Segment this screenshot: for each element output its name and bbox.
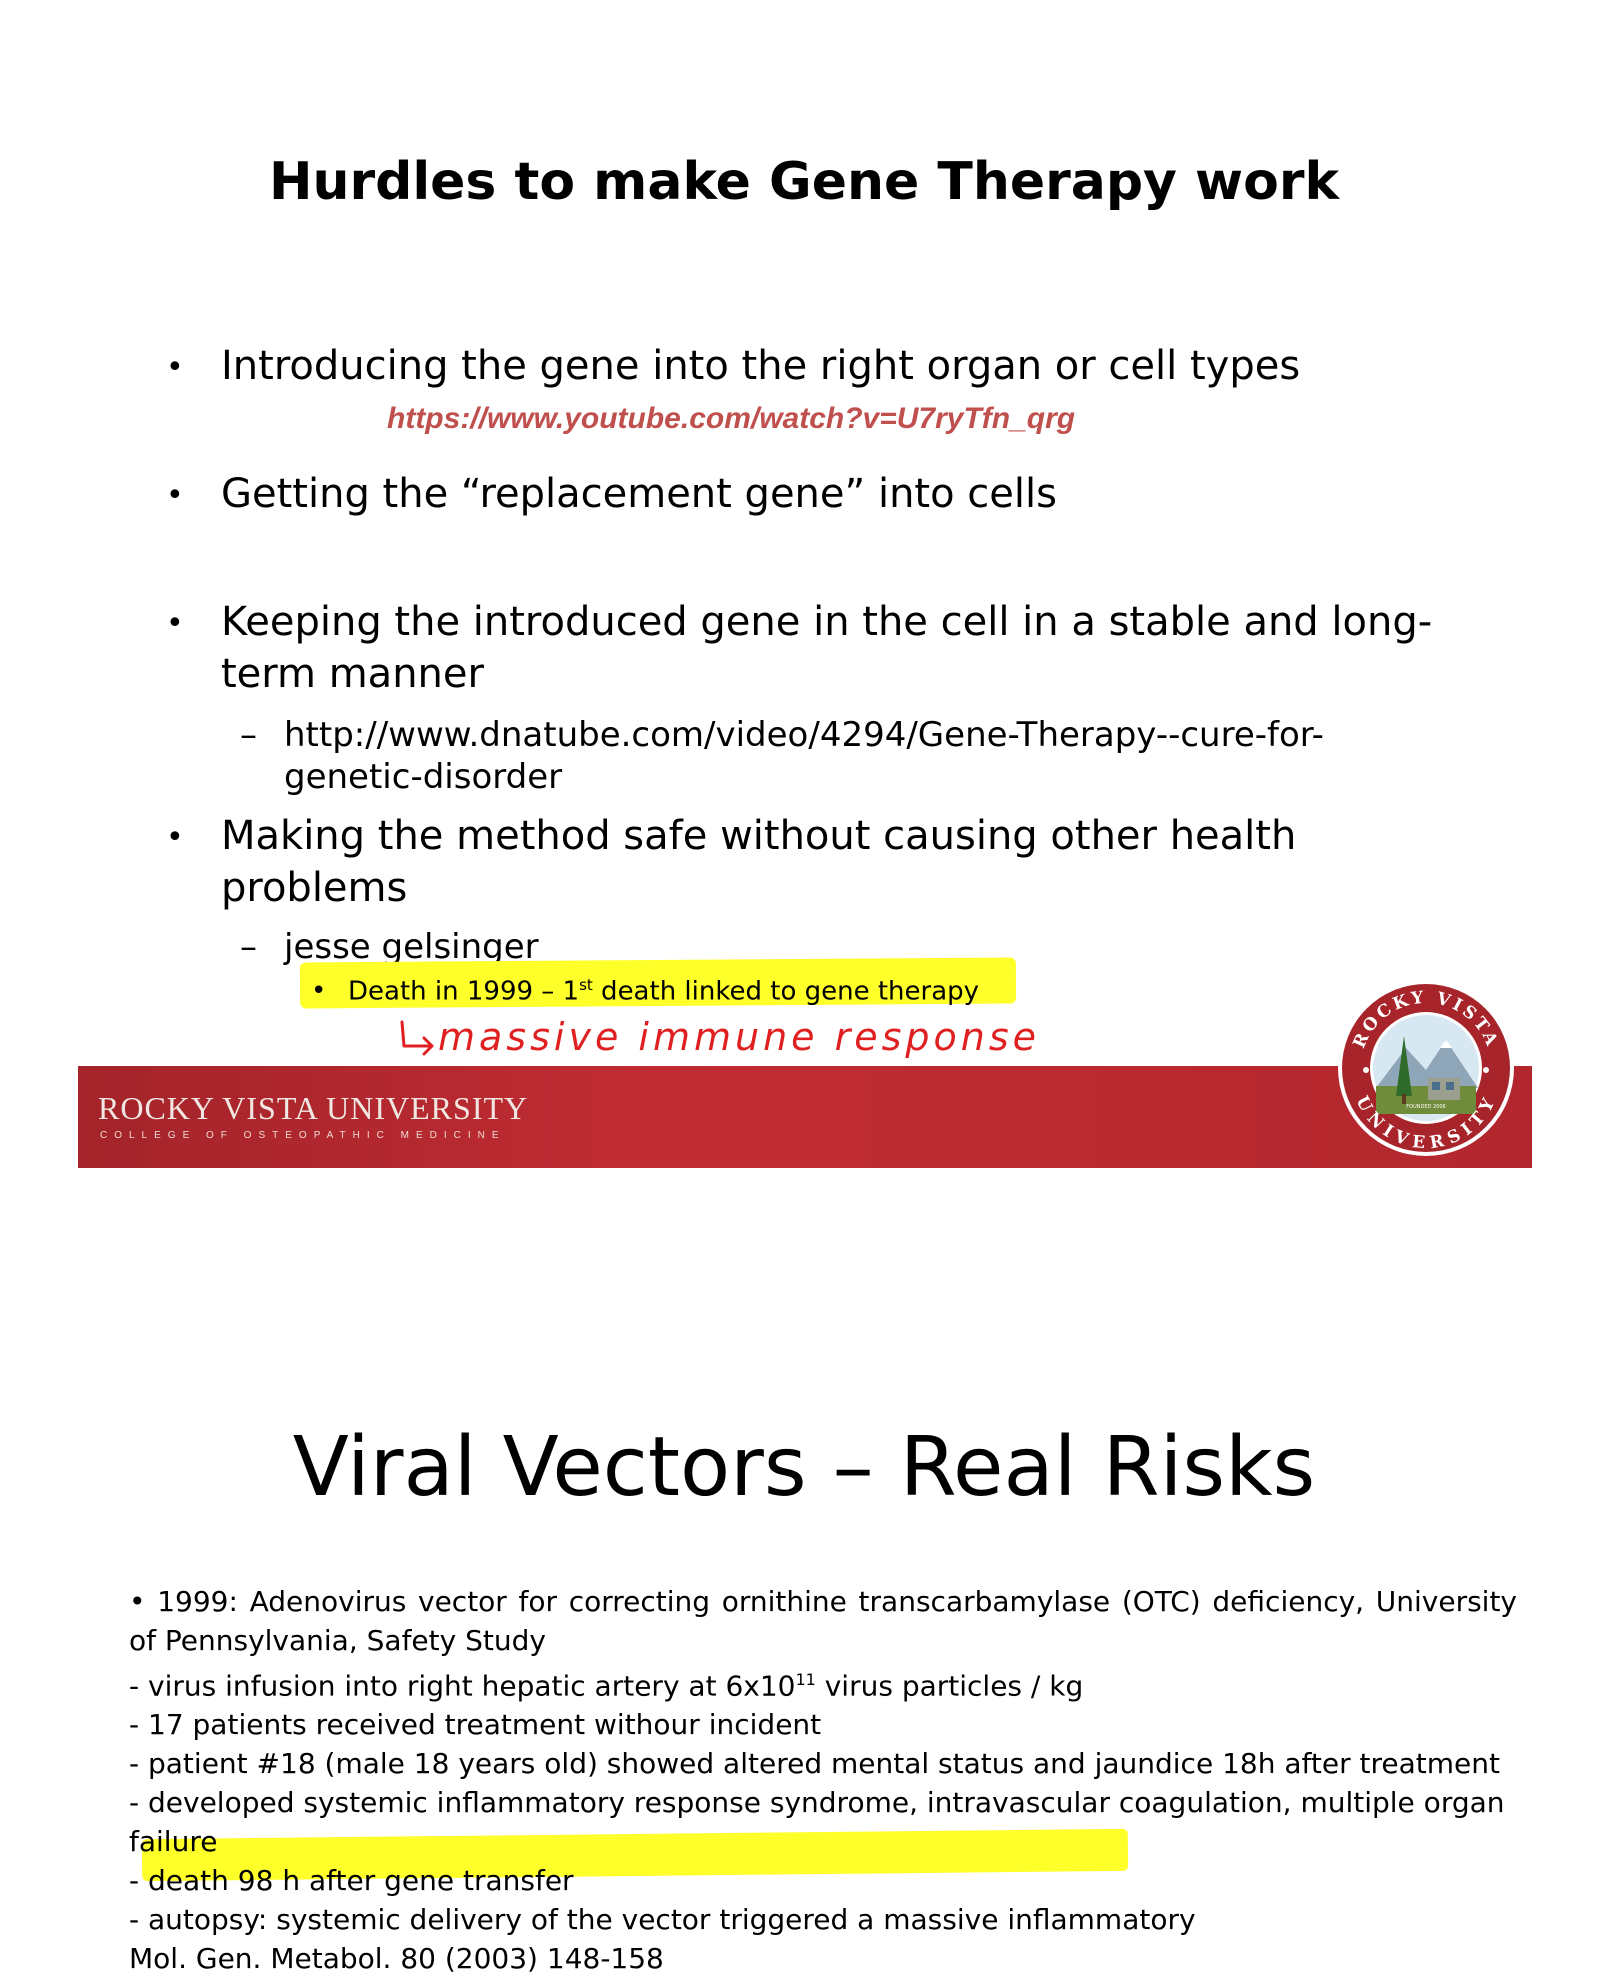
slide-title: Hurdles to make Gene Therapy work [268,152,1340,212]
risks-line-pre: - virus infusion into right hepatic arte… [129,1669,796,1703]
college-name: COLLEGE OF OSTEOPATHIC MEDICINE [100,1130,506,1141]
bullet-item: Getting the “replacement gene” into cell… [221,471,1057,517]
risks-line: - 17 patients received treatment withour… [129,1708,822,1742]
bullet-item: Introducing the gene into the right orga… [221,343,1301,389]
bullet-icon: • [166,350,184,385]
bullet-icon: • [166,820,184,855]
superscript: st [579,976,593,994]
risks-line-post: virus particles / kg [815,1669,1084,1703]
risks-line: - patient #18 (male 18 years old) showed… [129,1747,1500,1781]
youtube-link[interactable]: https://www.youtube.com/watch?v=U7ryTfn_… [387,402,1075,436]
sub-sub-item-death-1999: Death in 1999 – 1st death linked to gene… [348,976,979,1007]
risks-line: - death 98 h after gene transfer [129,1864,574,1898]
dash-icon: – [240,715,257,755]
handwritten-note: massive immune response [438,1015,1041,1059]
university-name: ROCKY VISTA UNIVERSITY [98,1090,529,1126]
dnatube-link[interactable]: http://www.dnatube.com/video/4294/Gene-T… [284,713,1324,757]
bullet-item-continued: problems [221,865,408,911]
risks-line: - developed systemic inflammatory respon… [129,1786,1505,1859]
sub-sub-text-post: death linked to gene therapy [592,976,980,1007]
risks-intro: • 1999: Adenovirus vector for correcting… [129,1585,1517,1657]
citation: Mol. Gen. Metabol. 80 (2003) 148-158 [129,1942,664,1976]
dash-icon: – [240,927,257,967]
bullet-item-continued: term manner [221,651,484,697]
bullet-item: Keeping the introduced gene in the cell … [221,599,1433,645]
seal-founded: FOUNDED 2006 [1406,1104,1445,1110]
superscript: 11 [795,1670,816,1689]
bullet-icon: • [311,976,327,1006]
slide-title-viral-vectors: Viral Vectors – Real Risks [292,1420,1316,1515]
bullet-icon: • [166,606,184,641]
sub-sub-text-pre: Death in 1999 – 1 [348,976,580,1007]
dnatube-link-continued[interactable]: genetic-disorder [284,755,562,799]
university-seal-icon: ROCKY VISTA UNIVERSITY FOUNDED 2006 [1338,980,1514,1156]
risks-text-body: • 1999: Adenovirus vector for correcting… [129,1582,1517,1978]
handwritten-arrow-icon [400,1020,434,1056]
risks-line: - virus infusion into right hepatic arte… [129,1660,1517,1705]
bullet-icon: • [166,478,184,513]
bullet-item: Making the method safe without causing o… [221,813,1297,859]
